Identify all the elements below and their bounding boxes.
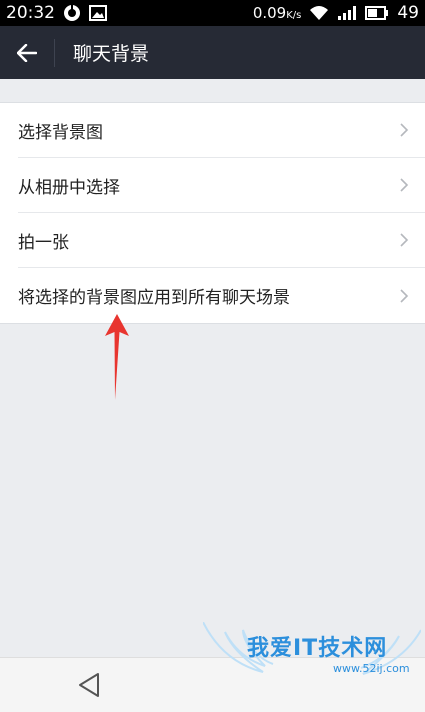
menu-item-from-album[interactable]: 从相册中选择 <box>18 158 425 213</box>
status-right: 0.09K/s 49 <box>253 3 419 23</box>
menu-item-label: 选择背景图 <box>18 122 103 143</box>
back-button[interactable] <box>0 26 54 79</box>
page-title: 聊天背景 <box>73 43 150 65</box>
back-arrow-icon <box>17 43 37 62</box>
network-speed: 0.09K/s <box>253 4 302 22</box>
triangle-back-icon <box>79 673 99 697</box>
header-divider <box>54 38 55 67</box>
signal-icon <box>337 5 357 21</box>
status-left: 20:32 <box>6 3 107 23</box>
chevron-right-icon <box>397 123 411 137</box>
app-header: 聊天背景 <box>0 26 425 79</box>
menu-item-choose-background[interactable]: 选择背景图 <box>18 103 425 158</box>
chevron-right-icon <box>397 178 411 192</box>
annotation-arrow-icon <box>105 314 129 400</box>
battery-level: 49 <box>397 3 419 23</box>
battery-icon <box>365 6 389 20</box>
chevron-right-icon <box>397 233 411 247</box>
chevron-right-icon <box>397 288 411 303</box>
watermark-text: 我爱IT技术网 <box>247 636 388 661</box>
watermark-url: www.52ij.com <box>333 662 410 675</box>
menu-item-label: 拍一张 <box>18 232 69 253</box>
status-time: 20:32 <box>6 3 55 23</box>
settings-menu: 选择背景图 从相册中选择 拍一张 将选择的背景图应用到所有聊天场景 <box>0 102 425 324</box>
menu-item-apply-to-all[interactable]: 将选择的背景图应用到所有聊天场景 <box>18 268 425 323</box>
network-speed-value: 0.09 <box>252 4 287 22</box>
app-notification-icon <box>63 4 81 22</box>
menu-item-label: 从相册中选择 <box>18 177 120 198</box>
image-notification-icon <box>89 5 107 21</box>
network-speed-unit: K/s <box>286 10 302 21</box>
menu-item-take-photo[interactable]: 拍一张 <box>18 213 425 268</box>
wifi-icon <box>309 5 329 21</box>
watermark: 我爱IT技术网 www.52ij.com <box>203 622 421 708</box>
status-bar: 20:32 0.09K/s 49 <box>0 0 425 26</box>
nav-back-button[interactable] <box>74 670 104 700</box>
menu-item-label: 将选择的背景图应用到所有聊天场景 <box>18 288 290 308</box>
